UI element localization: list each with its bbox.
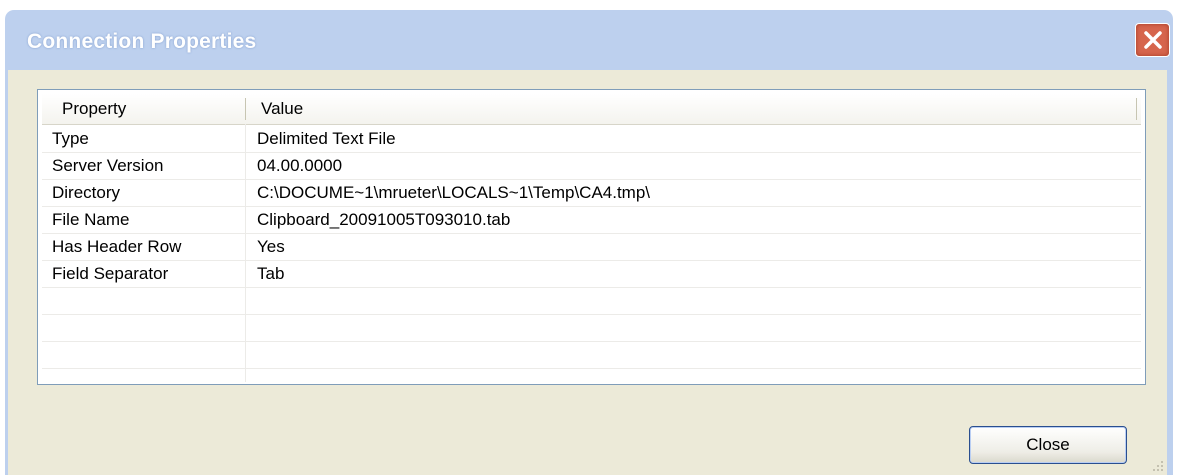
empty-row — [42, 287, 1141, 315]
value-cell: Clipboard_20091005T093010.tab — [257, 210, 511, 229]
property-cell: Has Header Row — [52, 237, 182, 256]
dialog-client-area: Property Value Type Delimited Text File … — [8, 70, 1167, 475]
close-window-button[interactable] — [1135, 23, 1170, 57]
property-cell: File Name — [52, 210, 130, 229]
window-title: Connection Properties — [27, 30, 257, 53]
value-cell: Delimited Text File — [257, 129, 396, 148]
column-separator[interactable] — [245, 98, 246, 120]
close-button[interactable]: Close — [969, 426, 1127, 464]
resize-grip-icon[interactable] — [1150, 458, 1164, 472]
property-cell: Field Separator — [52, 264, 169, 283]
value-cell: C:\DOCUME~1\mrueter\LOCALS~1\Temp\CA4.tm… — [257, 183, 651, 202]
column-separator[interactable] — [1136, 98, 1137, 120]
close-icon — [1144, 31, 1162, 49]
table-row[interactable]: File Name Clipboard_20091005T093010.tab — [42, 206, 1141, 234]
empty-row — [42, 314, 1141, 342]
table-row[interactable]: Has Header Row Yes — [42, 233, 1141, 261]
value-cell: 04.00.0000 — [257, 156, 343, 175]
property-cell: Directory — [52, 183, 121, 202]
value-cell: Tab — [257, 264, 285, 283]
column-header-value[interactable]: Value — [261, 94, 303, 124]
column-header-property[interactable]: Property — [62, 94, 126, 124]
table-row[interactable]: Type Delimited Text File — [42, 125, 1141, 153]
table-row[interactable]: Server Version 04.00.0000 — [42, 152, 1141, 180]
value-cell: Yes — [257, 237, 285, 256]
dialog-window: Connection Properties Property Value Typ… — [5, 10, 1173, 475]
empty-row — [42, 341, 1141, 369]
properties-list[interactable]: Property Value Type Delimited Text File … — [37, 89, 1146, 385]
property-cell: Type — [52, 129, 89, 148]
list-header: Property Value — [42, 94, 1141, 125]
property-cell: Server Version — [52, 156, 164, 175]
title-bar[interactable]: Connection Properties — [8, 10, 1170, 70]
table-row[interactable]: Field Separator Tab — [42, 260, 1141, 288]
table-row[interactable]: Directory C:\DOCUME~1\mrueter\LOCALS~1\T… — [42, 179, 1141, 207]
